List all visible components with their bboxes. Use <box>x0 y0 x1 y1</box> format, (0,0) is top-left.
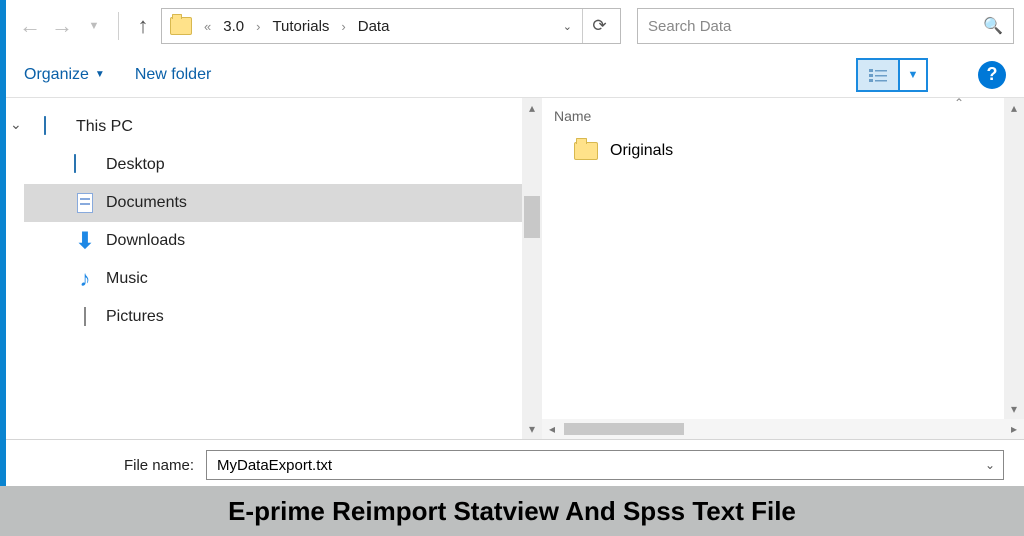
tree-downloads[interactable]: ⬇ Downloads <box>24 222 522 260</box>
tree-label: Desktop <box>106 156 165 174</box>
back-button[interactable]: ← <box>16 12 44 40</box>
tree-label: Documents <box>106 194 187 212</box>
address-dropdown[interactable]: ⌄ <box>555 20 580 33</box>
content-hscrollbar[interactable]: ◂ ▸ <box>542 419 1024 439</box>
tree-desktop[interactable]: Desktop <box>24 146 522 184</box>
tree-music[interactable]: ♪ Music <box>24 260 522 298</box>
organize-button[interactable]: Organize ▼ <box>24 66 105 84</box>
main-area: ⌄ This PC Desktop Documents ⬇ Downloads … <box>6 98 1024 439</box>
download-icon: ⬇ <box>74 231 96 251</box>
column-header-name[interactable]: Name ⌃ <box>554 108 1024 136</box>
name-header-label: Name <box>554 108 591 124</box>
breadcrumb-prefix: « <box>198 19 217 34</box>
up-button[interactable]: ↑ <box>129 12 157 40</box>
scroll-thumb[interactable] <box>524 196 540 238</box>
tree-pictures[interactable]: Pictures <box>24 298 522 336</box>
tree-scrollbar[interactable]: ▴ ▾ <box>522 98 542 439</box>
scroll-track[interactable] <box>1004 118 1024 399</box>
chevron-right-icon: › <box>335 19 351 34</box>
pc-icon <box>44 117 66 137</box>
folder-name: Originals <box>610 142 673 160</box>
pictures-icon <box>74 307 96 327</box>
help-button[interactable]: ? <box>978 61 1006 89</box>
new-folder-label: New folder <box>135 66 211 84</box>
tree-pane: ⌄ This PC Desktop Documents ⬇ Downloads … <box>6 98 522 439</box>
dropdown-icon[interactable]: ⌄ <box>985 458 995 472</box>
caption-text: E-prime Reimport Statview And Spss Text … <box>228 496 796 527</box>
refresh-button[interactable]: ⟳ <box>582 9 616 43</box>
filename-value: MyDataExport.txt <box>217 457 332 474</box>
sort-icon[interactable]: ⌃ <box>954 96 964 110</box>
document-icon <box>74 193 96 213</box>
scroll-down-icon[interactable]: ▾ <box>522 419 542 439</box>
view-details-button[interactable] <box>858 60 898 90</box>
scroll-up-icon[interactable]: ▴ <box>522 98 542 118</box>
breadcrumb-seg[interactable]: 3.0 <box>219 18 248 35</box>
desktop-icon <box>74 155 96 175</box>
content-vscrollbar[interactable]: ▴ ▾ <box>1004 98 1024 419</box>
address-bar[interactable]: « 3.0 › Tutorials › Data ⌄ ⟳ <box>161 8 621 44</box>
tree-label: This PC <box>76 118 133 136</box>
scroll-track[interactable] <box>522 118 542 419</box>
tree-label: Pictures <box>106 308 164 326</box>
scroll-right-icon[interactable]: ▸ <box>1004 422 1024 436</box>
scroll-thumb[interactable] <box>564 423 684 435</box>
folder-item[interactable]: Originals <box>554 136 1024 166</box>
search-icon[interactable]: 🔍 <box>983 16 1003 36</box>
tree-documents[interactable]: Documents <box>24 184 522 222</box>
folder-icon <box>574 142 598 160</box>
breadcrumb-seg[interactable]: Tutorials <box>268 18 333 35</box>
view-options: ▼ <box>856 58 928 92</box>
scroll-up-icon[interactable]: ▴ <box>1004 98 1024 118</box>
music-icon: ♪ <box>74 269 96 289</box>
content-pane: Name ⌃ Originals ▴ ▾ ◂ ▸ <box>542 98 1024 439</box>
view-dropdown-button[interactable]: ▼ <box>898 60 926 90</box>
organize-label: Organize <box>24 66 89 84</box>
search-box[interactable]: 🔍 <box>637 8 1014 44</box>
tree-label: Music <box>106 270 148 288</box>
scroll-down-icon[interactable]: ▾ <box>1004 399 1024 419</box>
scroll-left-icon[interactable]: ◂ <box>542 422 562 436</box>
filename-row: File name: MyDataExport.txt ⌄ <box>26 450 1004 480</box>
caption-bar: E-prime Reimport Statview And Spss Text … <box>0 486 1024 536</box>
forward-button[interactable]: → <box>48 12 76 40</box>
toolbar: Organize ▼ New folder ▼ ? <box>6 52 1024 98</box>
new-folder-button[interactable]: New folder <box>135 66 211 84</box>
search-input[interactable] <box>648 18 983 35</box>
save-dialog: ← → ▼ ↑ « 3.0 › Tutorials › Data ⌄ ⟳ 🔍 O… <box>0 0 1024 536</box>
folder-icon <box>170 17 192 35</box>
tree-this-pc[interactable]: This PC <box>24 108 522 146</box>
caret-down-icon: ▼ <box>95 69 105 80</box>
breadcrumb-seg[interactable]: Data <box>354 18 394 35</box>
history-dropdown[interactable]: ▼ <box>80 12 108 40</box>
filename-label: File name: <box>26 457 206 474</box>
navbar: ← → ▼ ↑ « 3.0 › Tutorials › Data ⌄ ⟳ 🔍 <box>6 0 1024 52</box>
collapse-icon[interactable]: ⌄ <box>10 116 22 133</box>
scroll-track[interactable] <box>562 422 1004 436</box>
nav-separator <box>118 12 119 40</box>
chevron-right-icon: › <box>250 19 266 34</box>
tree-label: Downloads <box>106 232 185 250</box>
filename-input[interactable]: MyDataExport.txt ⌄ <box>206 450 1004 480</box>
